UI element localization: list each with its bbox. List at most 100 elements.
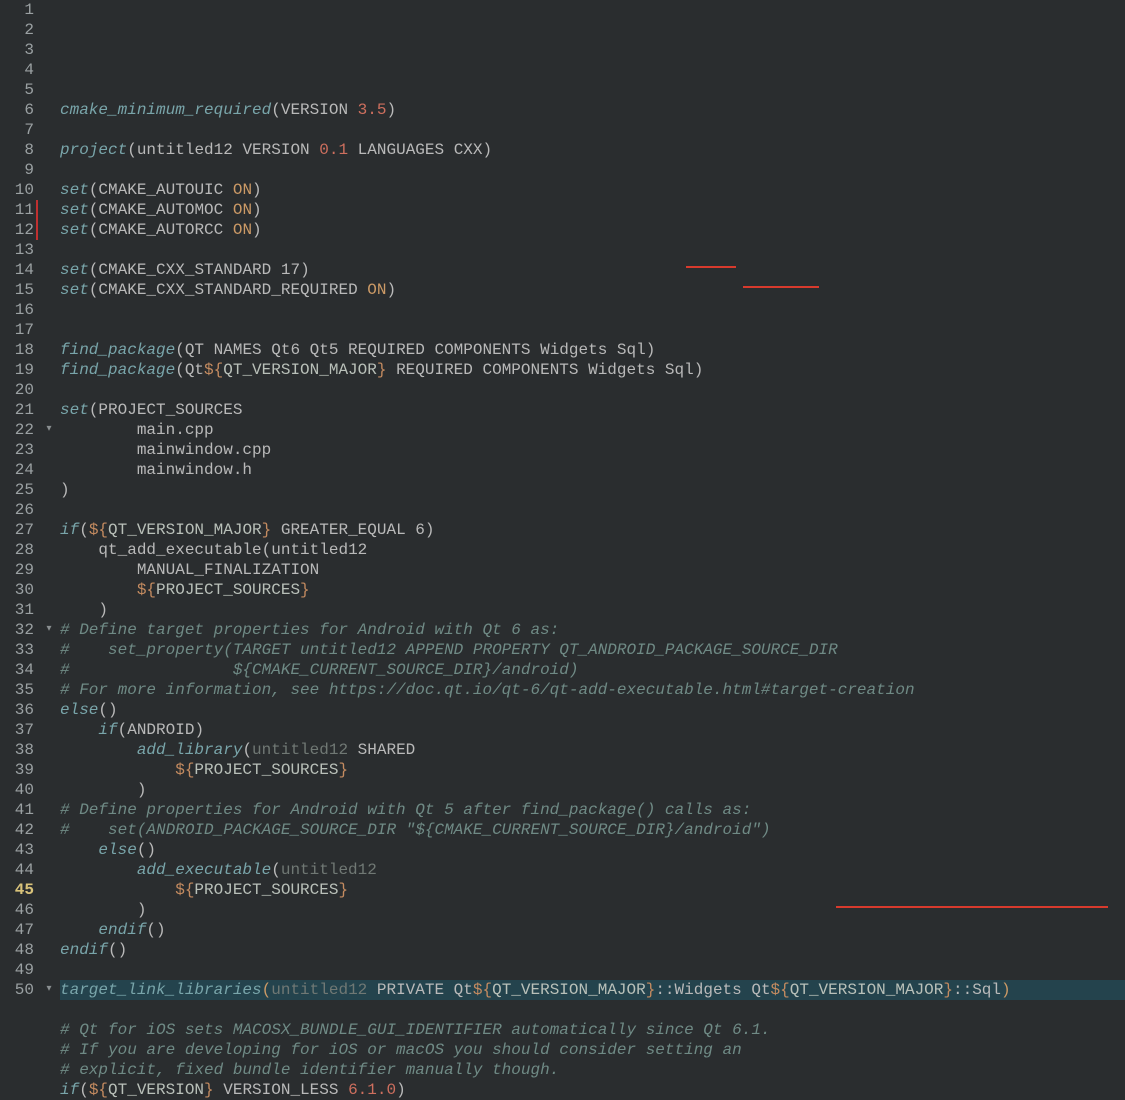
code-token: Qt xyxy=(185,361,204,379)
code-line[interactable]: set(CMAKE_CXX_STANDARD 17) xyxy=(60,260,1125,280)
annotation-underline xyxy=(836,906,1108,908)
code-line[interactable]: main.cpp xyxy=(60,420,1125,440)
fold-slot xyxy=(42,100,56,120)
code-line[interactable]: ) xyxy=(60,480,1125,500)
code-line[interactable]: if(ANDROID) xyxy=(60,720,1125,740)
fold-slot xyxy=(42,80,56,100)
code-token: set xyxy=(60,181,89,199)
code-line[interactable]: set(CMAKE_CXX_STANDARD_REQUIRED ON) xyxy=(60,280,1125,300)
code-line[interactable]: target_link_libraries(untitled12 PRIVATE… xyxy=(60,980,1125,1000)
code-token: ${ xyxy=(175,761,194,779)
code-line[interactable]: # Qt for iOS sets MACOSX_BUNDLE_GUI_IDEN… xyxy=(60,1020,1125,1040)
fold-column[interactable]: ▾ ▾ ▾ xyxy=(42,0,56,1100)
code-area[interactable]: cmake_minimum_required(VERSION 3.5) proje… xyxy=(56,0,1125,1100)
code-token: } xyxy=(262,521,272,539)
code-line[interactable]: qt_add_executable(untitled12 xyxy=(60,540,1125,560)
fold-toggle-icon[interactable]: ▾ xyxy=(42,620,56,640)
code-line[interactable]: set(PROJECT_SOURCES xyxy=(60,400,1125,420)
code-line[interactable]: else() xyxy=(60,840,1125,860)
code-token: # Qt for iOS sets MACOSX_BUNDLE_GUI_IDEN… xyxy=(60,1021,771,1039)
fold-slot xyxy=(42,700,56,720)
fold-slot xyxy=(42,940,56,960)
code-line[interactable]: endif() xyxy=(60,940,1125,960)
code-line[interactable]: add_executable(untitled12 xyxy=(60,860,1125,880)
code-line[interactable]: ) xyxy=(60,780,1125,800)
line-number: 8 xyxy=(0,140,34,160)
line-number: 39 xyxy=(0,760,34,780)
code-line[interactable]: cmake_minimum_required(VERSION 3.5) xyxy=(60,100,1125,120)
code-line[interactable]: mainwindow.cpp xyxy=(60,440,1125,460)
code-line[interactable] xyxy=(60,120,1125,140)
code-token: # Define properties for Android with Qt … xyxy=(60,801,751,819)
code-line[interactable]: # explicit, fixed bundle identifier manu… xyxy=(60,1060,1125,1080)
fold-toggle-icon[interactable]: ▾ xyxy=(42,420,56,440)
code-line[interactable]: # ${CMAKE_CURRENT_SOURCE_DIR}/android) xyxy=(60,660,1125,680)
line-number: 34 xyxy=(0,660,34,680)
code-line[interactable]: endif() xyxy=(60,920,1125,940)
fold-slot xyxy=(42,240,56,260)
code-line[interactable]: # Define properties for Android with Qt … xyxy=(60,800,1125,820)
code-line[interactable]: set(CMAKE_AUTOUIC ON) xyxy=(60,180,1125,200)
line-number: 48 xyxy=(0,940,34,960)
code-token xyxy=(60,441,137,459)
fold-slot xyxy=(42,500,56,520)
code-token: PRIVATE Qt xyxy=(367,981,473,999)
code-line[interactable] xyxy=(60,160,1125,180)
code-token: } xyxy=(943,981,953,999)
code-line[interactable]: ${PROJECT_SOURCES} xyxy=(60,580,1125,600)
fold-slot xyxy=(42,280,56,300)
fold-slot xyxy=(42,20,56,40)
code-line[interactable]: ${PROJECT_SOURCES} xyxy=(60,880,1125,900)
code-token: set xyxy=(60,201,89,219)
code-token: ( xyxy=(262,541,272,559)
code-line[interactable]: # Define target properties for Android w… xyxy=(60,620,1125,640)
fold-slot xyxy=(42,520,56,540)
code-line[interactable] xyxy=(60,240,1125,260)
code-line[interactable]: find_package(QT NAMES Qt6 Qt5 REQUIRED C… xyxy=(60,340,1125,360)
code-token: () xyxy=(98,701,117,719)
code-line[interactable]: set(CMAKE_AUTORCC ON) xyxy=(60,220,1125,240)
code-line[interactable]: # set(ANDROID_PACKAGE_SOURCE_DIR "${CMAK… xyxy=(60,820,1125,840)
code-token: ( xyxy=(242,741,252,759)
code-token: ( xyxy=(89,221,99,239)
code-token: mainwindow.cpp xyxy=(137,441,271,459)
code-line[interactable]: if(${QT_VERSION} VERSION_LESS 6.1.0) xyxy=(60,1080,1125,1100)
code-line[interactable]: # set_property(TARGET untitled12 APPEND … xyxy=(60,640,1125,660)
code-token xyxy=(60,721,98,739)
line-number: 24 xyxy=(0,460,34,480)
code-line[interactable]: set(CMAKE_AUTOMOC ON) xyxy=(60,200,1125,220)
line-number: 14 xyxy=(0,260,34,280)
code-line[interactable]: # If you are developing for iOS or macOS… xyxy=(60,1040,1125,1060)
code-line[interactable] xyxy=(60,960,1125,980)
code-line[interactable]: project(untitled12 VERSION 0.1 LANGUAGES… xyxy=(60,140,1125,160)
code-line[interactable] xyxy=(60,320,1125,340)
code-token: ) xyxy=(694,361,704,379)
code-line[interactable]: else() xyxy=(60,700,1125,720)
line-number: 42 xyxy=(0,820,34,840)
code-token: ( xyxy=(89,181,99,199)
code-token: REQUIRED COMPONENTS Widgets Sql xyxy=(386,361,693,379)
code-line[interactable]: mainwindow.h xyxy=(60,460,1125,480)
code-line[interactable]: # For more information, see https://doc.… xyxy=(60,680,1125,700)
code-line[interactable] xyxy=(60,1000,1125,1020)
code-line[interactable]: MANUAL_FINALIZATION xyxy=(60,560,1125,580)
fold-slot xyxy=(42,860,56,880)
code-line[interactable] xyxy=(60,380,1125,400)
code-line[interactable]: if(${QT_VERSION_MAJOR} GREATER_EQUAL 6) xyxy=(60,520,1125,540)
code-line[interactable] xyxy=(60,500,1125,520)
code-token: if xyxy=(60,521,79,539)
line-number: 12 xyxy=(0,220,34,240)
line-number: 43 xyxy=(0,840,34,860)
code-editor[interactable]: 1234567891011121314151617181920212223242… xyxy=(0,0,1125,1100)
code-token: # set(ANDROID_PACKAGE_SOURCE_DIR "${CMAK… xyxy=(60,821,771,839)
code-line[interactable] xyxy=(60,300,1125,320)
code-line[interactable]: add_library(untitled12 SHARED xyxy=(60,740,1125,760)
code-token: untitled12 xyxy=(252,741,348,759)
fold-toggle-icon[interactable]: ▾ xyxy=(42,980,56,1000)
code-token: untitled12 VERSION xyxy=(137,141,319,159)
code-line[interactable]: find_package(Qt${QT_VERSION_MAJOR} REQUI… xyxy=(60,360,1125,380)
code-line[interactable]: ${PROJECT_SOURCES} xyxy=(60,760,1125,780)
code-line[interactable]: ) xyxy=(60,600,1125,620)
fold-slot xyxy=(42,60,56,80)
code-line[interactable]: ) xyxy=(60,900,1125,920)
